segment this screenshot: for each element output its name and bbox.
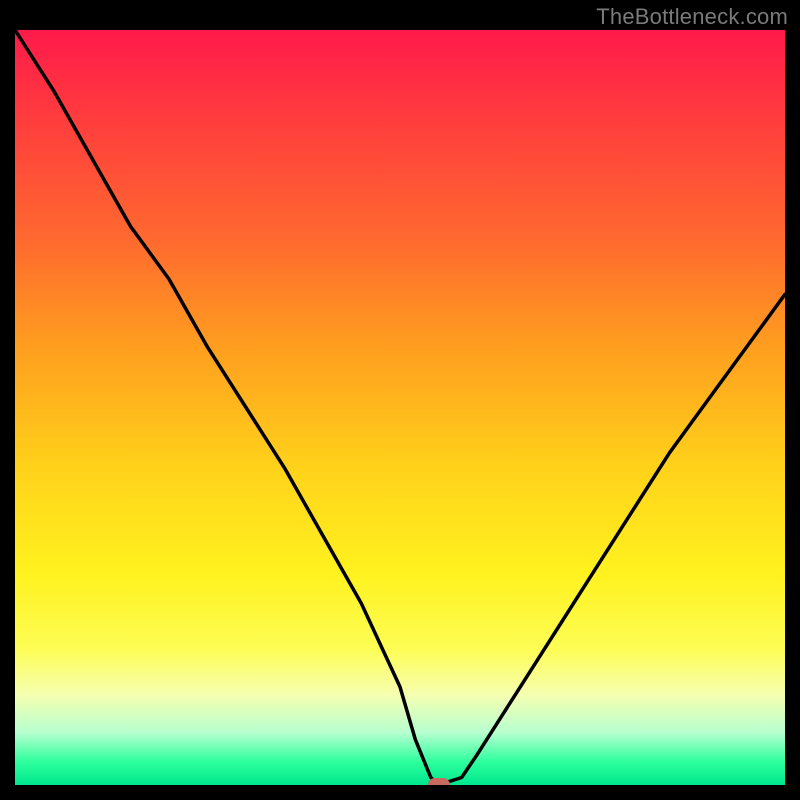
optimal-point-marker [428,778,450,785]
chart-frame: TheBottleneck.com [0,0,800,800]
bottleneck-curve [15,30,785,785]
watermark-text: TheBottleneck.com [596,4,788,30]
plot-area [15,30,785,785]
